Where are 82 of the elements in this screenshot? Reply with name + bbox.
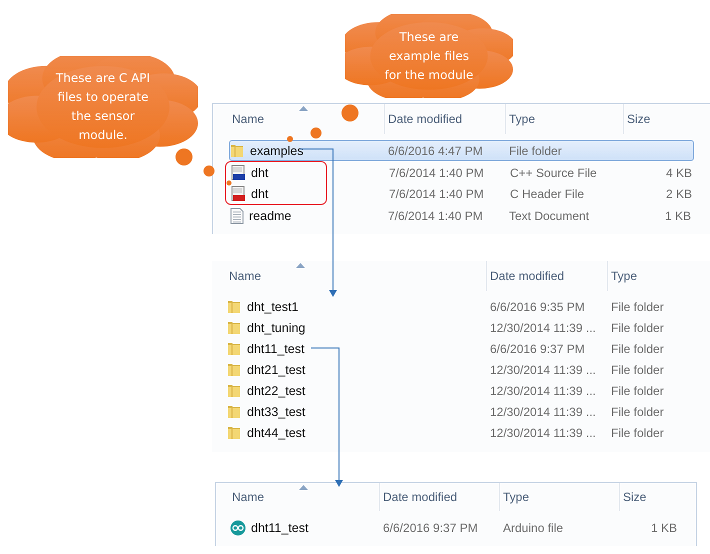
- folder-icon: [227, 362, 242, 377]
- file-name: dht11_test: [251, 520, 308, 534]
- file-name: dht22_test: [247, 384, 306, 398]
- column-header[interactable]: Date modified: [486, 261, 607, 291]
- file-type: File folder: [610, 404, 665, 418]
- file-row[interactable]: dht33_test 12/30/2014 11:39 ... File folder: [226, 402, 694, 423]
- file-name: dht11_test: [247, 342, 304, 356]
- file-size: 2 KB: [664, 186, 693, 200]
- file-row[interactable]: examples 6/6/2016 4:47 PM File folder: [229, 140, 694, 161]
- column-header[interactable]: Name: [229, 483, 379, 511]
- date-modified: 6/6/2016 9:35 PM: [489, 300, 586, 314]
- file-type: C++ Source File: [509, 166, 598, 180]
- file-name: dht: [251, 166, 268, 180]
- sort-caret-icon: [296, 263, 305, 268]
- thought-dots: [287, 104, 358, 142]
- file-type: Arduino file: [502, 520, 564, 534]
- file-name: dht: [251, 186, 268, 200]
- date-modified: 6/6/2016 9:37 PM: [382, 520, 479, 534]
- file-row[interactable]: dht 7/6/2014 1:40 PM C++ Source File 4 KB: [230, 162, 696, 183]
- date-modified: 6/6/2016 9:37 PM: [489, 342, 586, 356]
- folder-icon: [230, 143, 245, 158]
- folder-icon: [227, 404, 242, 419]
- folder-icon: [227, 383, 242, 398]
- file-size: 1 KB: [664, 208, 692, 222]
- file-name: examples: [250, 144, 304, 158]
- date-modified: 12/30/2014 11:39 ...: [489, 404, 597, 418]
- date-modified: 7/6/2014 1:40 PM: [388, 166, 485, 180]
- text-file-icon: [230, 208, 244, 224]
- arduino-file-icon: [230, 520, 246, 536]
- file-type: C Header File: [509, 186, 586, 200]
- callout-text: These are example files for the module: [384, 28, 474, 84]
- file-name: dht_tuning: [247, 320, 306, 334]
- file-type: Text Document: [508, 208, 590, 222]
- file-row[interactable]: dht22_test 12/30/2014 11:39 ... File folder: [226, 381, 694, 402]
- column-header[interactable]: Date modified: [379, 483, 499, 511]
- date-modified: 12/30/2014 11:39 ...: [489, 384, 597, 398]
- file-row[interactable]: dht 7/6/2014 1:40 PM C Header File 2 KB: [230, 183, 696, 204]
- folder-icon: [227, 320, 242, 335]
- file-name: readme: [249, 208, 292, 222]
- folder-icon: [227, 341, 242, 356]
- file-type: File folder: [610, 342, 665, 356]
- date-modified: 12/30/2014 11:39 ...: [489, 426, 597, 440]
- date-modified: 7/6/2014 1:40 PM: [388, 186, 485, 200]
- file-type: File folder: [610, 362, 665, 376]
- file-type: File folder: [610, 320, 665, 334]
- sort-caret-icon: [299, 485, 308, 490]
- file-row[interactable]: dht21_test 12/30/2014 11:39 ... File folder: [226, 360, 694, 381]
- file-row[interactable]: readme 7/6/2014 1:40 PM Text Document 1 KB: [229, 205, 694, 226]
- column-header[interactable]: Name: [226, 261, 486, 291]
- column-header[interactable]: Size: [623, 104, 693, 134]
- file-type: File folder: [610, 426, 665, 440]
- column-header[interactable]: Name: [229, 104, 384, 134]
- file-name: dht33_test: [247, 404, 306, 418]
- header-file-icon: [231, 186, 246, 202]
- callout-text: These are C API files to operate the sensor module.: [54, 70, 152, 144]
- folder-icon: [227, 299, 242, 314]
- file-name: dht21_test: [247, 362, 306, 376]
- file-type: File folder: [508, 144, 563, 158]
- column-header[interactable]: Size: [619, 483, 679, 511]
- column-header[interactable]: Date modified: [384, 104, 505, 134]
- column-header[interactable]: Type: [505, 104, 623, 134]
- folder-icon: [227, 425, 242, 440]
- thought-dots: [176, 148, 232, 186]
- date-modified: 6/6/2016 4:47 PM: [387, 144, 484, 158]
- file-row[interactable]: dht11_test 6/6/2016 9:37 PM Arduino file 1 KB: [229, 517, 680, 538]
- file-name: dht44_test: [247, 426, 306, 440]
- sort-caret-icon: [299, 106, 308, 111]
- file-row[interactable]: dht44_test 12/30/2014 11:39 ... File folder: [226, 423, 694, 444]
- date-modified: 12/30/2014 11:39 ...: [489, 320, 597, 334]
- file-row[interactable]: dht_test1 6/6/2016 9:35 PM File folder: [226, 297, 694, 318]
- file-type: File folder: [610, 384, 665, 398]
- file-row[interactable]: dht11_test 6/6/2016 9:37 PM File folder: [226, 339, 694, 360]
- column-header[interactable]: Type: [499, 483, 619, 511]
- file-row[interactable]: dht_tuning 12/30/2014 11:39 ... File folder: [226, 318, 694, 339]
- file-size: 4 KB: [664, 166, 693, 180]
- file-name: dht_test1: [247, 300, 298, 314]
- column-header[interactable]: Type: [607, 261, 707, 291]
- date-modified: 12/30/2014 11:39 ...: [489, 362, 597, 376]
- date-modified: 7/6/2014 1:40 PM: [387, 208, 484, 222]
- cpp-file-icon: [231, 164, 246, 180]
- file-size: 1 KB: [650, 520, 678, 534]
- file-type: File folder: [610, 300, 665, 314]
